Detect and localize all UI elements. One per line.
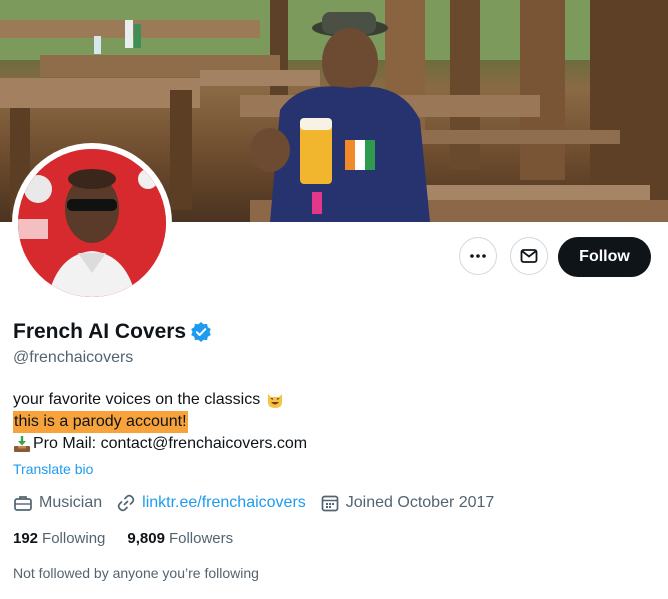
followers-count: 9,809: [127, 530, 165, 547]
name-row: French AI Covers: [13, 320, 212, 344]
grinning-cat-emoji-icon: [265, 390, 285, 410]
followers-label: Followers: [168, 530, 234, 547]
parody-notice: this is a parody account!: [13, 411, 188, 433]
joined-date: Joined October 2017: [345, 494, 495, 511]
avatar-image: [18, 149, 166, 297]
calendar-icon: [321, 495, 339, 512]
follow-stats: 192 Following 9,809 Followers: [13, 530, 255, 547]
link-icon: [117, 494, 135, 512]
followers-link[interactable]: 9,809 Followers: [127, 530, 233, 547]
verified-badge-icon[interactable]: [190, 321, 212, 343]
joined-item: Joined October 2017: [320, 493, 495, 513]
bio: your favorite voices on the classics thi…: [13, 389, 307, 455]
bio-text: your favorite voices on the classics: [13, 391, 261, 408]
profile-link[interactable]: linktr.ee/frenchaicovers: [142, 494, 306, 512]
bio-line: Pro Mail: contact@frenchaicovers.com: [13, 433, 307, 455]
following-label: Following: [42, 530, 106, 547]
profile-meta: Musician linktr.ee/frenchaicovers Joined…: [13, 492, 508, 514]
bio-line: your favorite voices on the classics: [13, 389, 307, 411]
avatar[interactable]: [18, 149, 166, 297]
link-item: linktr.ee/frenchaicovers: [116, 493, 306, 513]
more-button[interactable]: [459, 237, 497, 275]
display-name: French AI Covers: [13, 320, 187, 343]
translate-bio-link[interactable]: Translate bio: [13, 461, 93, 477]
inbox-tray-emoji-icon: [13, 435, 31, 453]
following-link[interactable]: 192 Following: [13, 530, 105, 547]
mutual-followers-note: Not followed by anyone you’re following: [13, 565, 259, 581]
bio-line: this is a parody account!: [13, 411, 307, 433]
mail-icon: [520, 249, 538, 263]
bio-text: Pro Mail: contact@frenchaicovers.com: [33, 435, 308, 452]
handle: @frenchaicovers: [13, 349, 134, 366]
category-label: Musician: [39, 494, 103, 511]
category-item: Musician: [13, 493, 102, 513]
follow-button[interactable]: Follow: [558, 237, 651, 277]
message-button[interactable]: [510, 237, 548, 275]
more-icon: [470, 254, 486, 258]
briefcase-icon: [14, 496, 32, 511]
following-count: 192: [13, 530, 39, 547]
